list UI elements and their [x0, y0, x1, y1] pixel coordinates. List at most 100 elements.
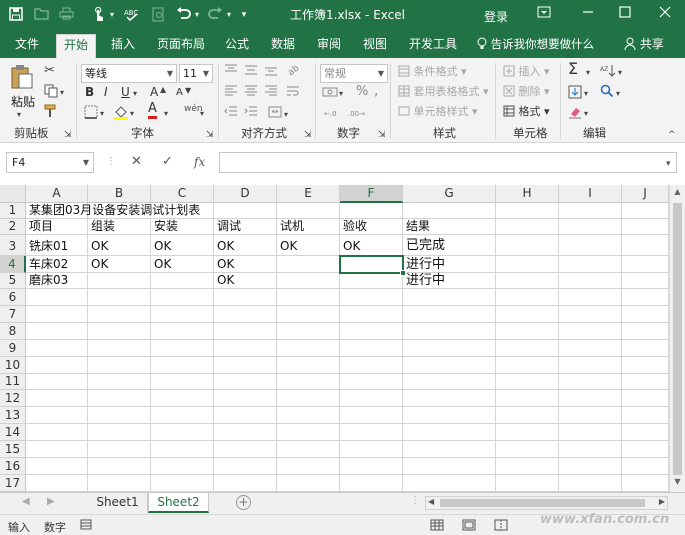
align-middle-icon[interactable]	[244, 64, 258, 80]
save-icon[interactable]	[8, 7, 24, 23]
increase-decimal-icon[interactable]: ←.0	[324, 106, 342, 124]
autosum-button[interactable]: Σ	[568, 61, 578, 77]
touch-mode-icon[interactable]	[90, 6, 106, 23]
align-left-icon[interactable]	[224, 85, 238, 101]
maximize-button[interactable]	[615, 5, 635, 23]
close-button[interactable]	[655, 5, 675, 23]
cell-e3[interactable]: OK	[277, 239, 297, 254]
column-header-i[interactable]: I	[559, 185, 622, 203]
normal-view-icon[interactable]	[430, 519, 444, 534]
row-header-6[interactable]: 6	[0, 289, 26, 306]
insert-function-button[interactable]: fx	[194, 154, 205, 170]
column-header-c[interactable]: C	[151, 185, 214, 203]
tab-insert[interactable]: 插入	[111, 37, 135, 52]
cell-d2[interactable]: 调试	[214, 219, 241, 234]
scroll-left-icon[interactable]: ◀	[428, 497, 434, 506]
conditional-format-button[interactable]: 条件格式 ▾	[398, 65, 467, 79]
active-cell-f4[interactable]	[339, 255, 406, 276]
fill-handle[interactable]	[400, 270, 406, 276]
row-header-12[interactable]: 12	[0, 390, 26, 407]
merge-dropdown-icon[interactable]: ▾	[284, 108, 288, 122]
tab-developer[interactable]: 开发工具	[409, 37, 457, 52]
undo-icon[interactable]	[175, 7, 191, 23]
new-sheet-icon[interactable]: +	[236, 495, 251, 510]
scroll-up-icon[interactable]: ▲	[672, 187, 683, 199]
font-size-select[interactable]: 11 ▼	[179, 64, 213, 83]
scroll-sheets-right-icon[interactable]: ▶	[47, 496, 55, 507]
italic-button[interactable]: I	[104, 85, 108, 99]
cell-f2[interactable]: 验收	[340, 219, 367, 234]
select-all-corner[interactable]	[0, 185, 26, 203]
row-header-10[interactable]: 10	[0, 357, 26, 374]
horizontal-scrollbar[interactable]: ◀ ▶	[425, 496, 668, 510]
cell-g3[interactable]: 已完成	[403, 238, 445, 253]
autosum-dropdown-icon[interactable]: ▾	[586, 66, 590, 80]
find-dropdown-icon[interactable]: ▾	[616, 87, 620, 101]
column-header-g[interactable]: G	[403, 185, 496, 203]
row-header-8[interactable]: 8	[0, 323, 26, 340]
cell-g2[interactable]: 结果	[403, 219, 430, 234]
row-header-16[interactable]: 16	[0, 458, 26, 475]
row-header-11[interactable]: 11	[0, 374, 26, 390]
page-break-view-icon[interactable]	[494, 519, 508, 534]
scroll-sheets-left-icon[interactable]: ◀	[22, 496, 30, 507]
cell-c2[interactable]: 安装	[151, 219, 178, 234]
number-launcher-icon[interactable]: ⇲	[378, 128, 386, 142]
row-header-9[interactable]: 9	[0, 340, 26, 357]
print-preview-icon[interactable]	[150, 7, 166, 23]
sort-dropdown-icon[interactable]: ▾	[618, 66, 622, 80]
cell-a5[interactable]: 磨床03	[26, 273, 68, 288]
copy-icon[interactable]	[44, 84, 58, 102]
split-handle-icon[interactable]: ⋮	[410, 495, 420, 506]
cell-b2[interactable]: 组装	[88, 219, 115, 234]
wrap-text-icon[interactable]	[286, 85, 300, 101]
column-header-b[interactable]: B	[88, 185, 151, 203]
touch-dropdown-icon[interactable]: ▾	[108, 7, 116, 23]
redo-dropdown-icon[interactable]: ▾	[225, 7, 233, 23]
number-format-select[interactable]: 常规 ▼	[320, 64, 388, 83]
clear-icon[interactable]	[568, 105, 582, 123]
copy-dropdown-icon[interactable]: ▾	[60, 86, 64, 100]
alignment-launcher-icon[interactable]: ⇲	[304, 128, 312, 142]
horizontal-scroll-thumb[interactable]	[440, 499, 645, 507]
underline-dropdown-icon[interactable]: ▾	[133, 87, 137, 101]
spelling-icon[interactable]: ABC	[123, 7, 139, 23]
align-bottom-icon[interactable]	[264, 64, 278, 80]
sheet-tab-sheet2[interactable]: Sheet2	[148, 493, 209, 513]
cell-b4[interactable]: OK	[88, 257, 108, 272]
comma-button[interactable]: ,	[374, 84, 378, 98]
vertical-scrollbar[interactable]: ▲ ▼	[669, 185, 685, 492]
row-header-14[interactable]: 14	[0, 424, 26, 441]
share-button[interactable]: 共享	[624, 37, 664, 52]
sort-filter-icon[interactable]: AZ	[600, 64, 616, 82]
border-icon[interactable]	[84, 105, 98, 123]
clear-dropdown-icon[interactable]: ▾	[584, 107, 588, 121]
paste-icon[interactable]	[10, 64, 34, 94]
minimize-button[interactable]	[578, 5, 598, 23]
enter-icon[interactable]: ✓	[162, 154, 173, 170]
percent-button[interactable]: %	[356, 85, 368, 99]
row-header-2[interactable]: 2	[0, 219, 26, 235]
print-icon[interactable]	[58, 7, 74, 23]
increase-font-button[interactable]: A	[150, 85, 158, 99]
ribbon-display-options-icon[interactable]	[534, 5, 554, 23]
currency-dropdown-icon[interactable]: ▾	[339, 87, 343, 101]
clipboard-launcher-icon[interactable]: ⇲	[64, 128, 72, 142]
tab-home[interactable]: 开始	[56, 34, 97, 58]
formula-bar-resize-icon[interactable]: ⋮	[106, 154, 116, 170]
tab-formulas[interactable]: 公式	[225, 37, 249, 52]
formula-input[interactable]	[219, 152, 677, 173]
insert-cells-button[interactable]: 插入 ▾	[503, 65, 550, 79]
increase-indent-icon[interactable]	[244, 106, 258, 122]
currency-icon[interactable]	[322, 85, 338, 103]
cut-icon[interactable]: ✂	[44, 64, 55, 78]
decrease-decimal-icon[interactable]: .00→	[348, 106, 366, 124]
cell-b3[interactable]: OK	[88, 239, 108, 254]
tell-me-box[interactable]: 告诉我你想要做什么	[477, 37, 594, 52]
column-header-d[interactable]: D	[214, 185, 277, 203]
paste-dropdown-icon[interactable]: ▾	[17, 108, 21, 122]
align-right-icon[interactable]	[264, 85, 278, 101]
delete-cells-button[interactable]: 删除 ▾	[503, 85, 550, 99]
fill-color-dropdown-icon[interactable]: ▾	[130, 107, 134, 121]
border-dropdown-icon[interactable]: ▾	[100, 107, 104, 121]
